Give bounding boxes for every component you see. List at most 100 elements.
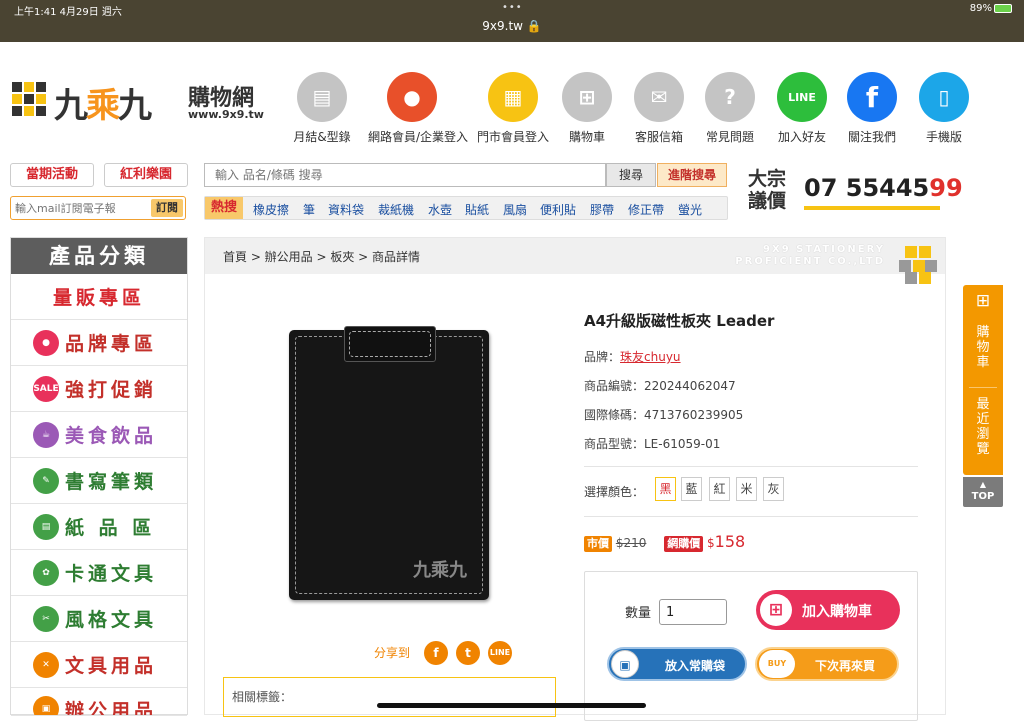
category-item-food[interactable]: ☕ 美食飲品 — [11, 412, 187, 458]
arrow-up-icon: ▲ — [979, 480, 987, 489]
facebook-icon: f — [847, 72, 897, 122]
side-recent-link[interactable]: 最近瀏覽 — [975, 397, 991, 457]
buy-later-button[interactable]: BUY 下次再來買 — [755, 647, 899, 681]
color-option[interactable]: 灰 — [763, 477, 784, 501]
mobile-icon: ▯ — [919, 72, 969, 122]
search-button[interactable]: 搜尋 — [606, 163, 656, 187]
side-cart-link[interactable]: 購物車 — [975, 325, 991, 370]
category-item-bulk[interactable]: 量販專區 — [11, 274, 187, 320]
tools-icon: ✕ — [33, 651, 59, 678]
color-option[interactable]: 紅 — [709, 477, 730, 501]
back-to-top-button[interactable]: ▲ TOP — [963, 477, 1003, 507]
office-icon: ▣ — [33, 696, 59, 715]
battery-percent: 89% — [969, 3, 992, 14]
cart-icon: ⊞ — [562, 72, 612, 122]
logo-text: 九乘九 — [54, 86, 152, 126]
category-item-brand[interactable]: ● 品牌專區 — [11, 320, 187, 366]
price-row: 市價 $210 網購價 $158 — [584, 532, 918, 552]
nav-cart[interactable]: ⊞ 購物車 — [551, 72, 623, 145]
catalog-icon: ▤ — [297, 72, 347, 122]
address-bar[interactable]: 9x9.tw 🔒 — [0, 19, 1024, 33]
hot-keyword[interactable]: 螢光 — [678, 201, 702, 218]
browser-status-bar: 上午1:41 4月29日 週六 ••• 9x9.tw 🔒 89% — [0, 0, 1024, 42]
hot-keyword[interactable]: 風扇 — [503, 201, 527, 218]
category-item-sale[interactable]: SALE 強打促銷 — [11, 366, 187, 412]
nav-member-login[interactable]: ● 網路會員/企業登入 — [368, 72, 468, 145]
share-facebook-icon[interactable]: f — [424, 641, 448, 665]
home-indicator[interactable] — [377, 703, 646, 708]
style-icon: ✂ — [33, 605, 59, 632]
product-image[interactable]: 九乘九 — [289, 326, 489, 600]
sale-icon: SALE — [33, 375, 59, 402]
purchase-box: 數量 ⊞加入購物車 ▣放入常購袋 BUY下次再來買 — [584, 571, 918, 721]
product-code: 商品編號：220244062047 — [584, 379, 736, 393]
add-to-cart-button[interactable]: ⊞ 加入購物車 — [756, 590, 900, 630]
color-option[interactable]: 黑 — [655, 477, 676, 501]
hot-keyword[interactable]: 修正帶 — [628, 201, 664, 218]
product-brand-row: 品牌：珠友chuyu — [584, 350, 681, 364]
market-price: $210 — [615, 536, 647, 550]
hot-keyword[interactable]: 筆 — [303, 201, 315, 218]
color-option[interactable]: 藍 — [681, 477, 702, 501]
nav-line[interactable]: LINE 加入好友 — [766, 72, 838, 145]
site-logo[interactable]: 九乘九 購物網 www.9x9.tw — [12, 78, 270, 126]
hot-label: 熱搜 — [205, 197, 243, 219]
divider — [584, 516, 918, 517]
product-model: 商品型號：LE-61059-01 — [584, 437, 721, 451]
brand-icon: ● — [33, 329, 59, 356]
category-item-cartoon[interactable]: ✿ 卡通文具 — [11, 550, 187, 596]
hot-keyword[interactable]: 資料袋 — [328, 201, 364, 218]
product-title: A4升級版磁性板夾 Leader — [584, 312, 775, 330]
category-item-style[interactable]: ✂ 風格文具 — [11, 596, 187, 642]
nav-mail[interactable]: ✉ 客服信箱 — [623, 72, 695, 145]
quantity-input[interactable] — [659, 599, 727, 625]
market-price-tag: 市價 — [584, 536, 612, 552]
bonus-button[interactable]: 紅利樂園 — [104, 163, 188, 187]
category-item-stationery[interactable]: ✕ 文具用品 — [11, 642, 187, 688]
paper-icon: ▤ — [33, 513, 59, 540]
divider — [969, 387, 997, 388]
search-input[interactable] — [205, 164, 603, 186]
hot-keywords-bar: 熱搜 橡皮擦 筆 資料袋 裁紙機 水壺 貼紙 風扇 便利貼 膠帶 修正帶 螢光 — [204, 196, 728, 220]
subscribe-button[interactable]: 訂閱 — [151, 199, 183, 217]
quantity-label: 數量 — [625, 606, 652, 621]
related-tags: 相關標籤： — [223, 677, 556, 717]
category-item-paper[interactable]: ▤ 紙 品 區 — [11, 504, 187, 550]
hot-keyword[interactable]: 水壺 — [428, 201, 452, 218]
image-watermark: 九乘九 — [413, 560, 467, 581]
product-panel: 首頁 > 辦公用品 > 板夾 > 商品詳情 9X9 STATIONERY PROF… — [204, 237, 946, 721]
advanced-search-button[interactable]: 進階搜尋 — [657, 163, 727, 187]
breadcrumb-bar: 首頁 > 辦公用品 > 板夾 > 商品詳情 9X9 STATIONERY PROF… — [205, 238, 945, 284]
bulk-phone[interactable]: 07 5544599 — [804, 174, 963, 202]
newsletter-input[interactable] — [15, 199, 145, 217]
battery-icon — [994, 3, 1012, 13]
hot-keyword[interactable]: 便利貼 — [540, 201, 576, 218]
cube-logo-icon — [895, 242, 937, 284]
breadcrumb[interactable]: 首頁 > 辦公用品 > 板夾 > 商品詳情 — [223, 248, 420, 265]
hot-keyword[interactable]: 橡皮擦 — [253, 201, 289, 218]
add-to-favorites-button[interactable]: ▣ 放入常購袋 — [607, 647, 747, 681]
hot-keyword[interactable]: 膠帶 — [590, 201, 614, 218]
share-twitter-icon[interactable]: t — [456, 641, 480, 665]
nav-store-member[interactable]: ▦ 門市會員登入 — [473, 72, 553, 145]
nav-facebook[interactable]: f 關注我們 — [836, 72, 908, 145]
more-dots-icon[interactable]: ••• — [502, 2, 523, 13]
brand-link[interactable]: 珠友chuyu — [620, 350, 681, 364]
divider — [584, 466, 918, 467]
color-option[interactable]: 米 — [736, 477, 757, 501]
bag-icon: ▣ — [611, 650, 639, 678]
nav-mobile[interactable]: ▯ 手機版 — [908, 72, 980, 145]
category-item-pens[interactable]: ✎ 書寫筆類 — [11, 458, 187, 504]
hot-keyword[interactable]: 貼紙 — [465, 201, 489, 218]
logo-domain: www.9x9.tw — [188, 108, 264, 121]
paw-icon: ✿ — [33, 559, 59, 586]
event-button[interactable]: 當期活動 — [10, 163, 94, 187]
side-cart-icon[interactable]: ⊞ — [971, 291, 995, 313]
share-line-icon[interactable]: LINE — [488, 641, 512, 665]
nav-faq[interactable]: ? 常見問題 — [694, 72, 766, 145]
hot-keyword[interactable]: 裁紙機 — [378, 201, 414, 218]
nav-catalog[interactable]: ▤ 月結&型錄 — [286, 72, 358, 145]
category-sidebar: 產品分類 量販專區 ● 品牌專區 SALE 強打促銷 ☕ 美食飲品 ✎ 書寫筆類 ▤ 紙 … — [10, 237, 188, 716]
company-watermark: 9X9 STATIONERY PROFICIENT CO.,LTD — [735, 244, 885, 267]
category-item-office[interactable]: ▣ 辦公用品 — [11, 688, 187, 716]
